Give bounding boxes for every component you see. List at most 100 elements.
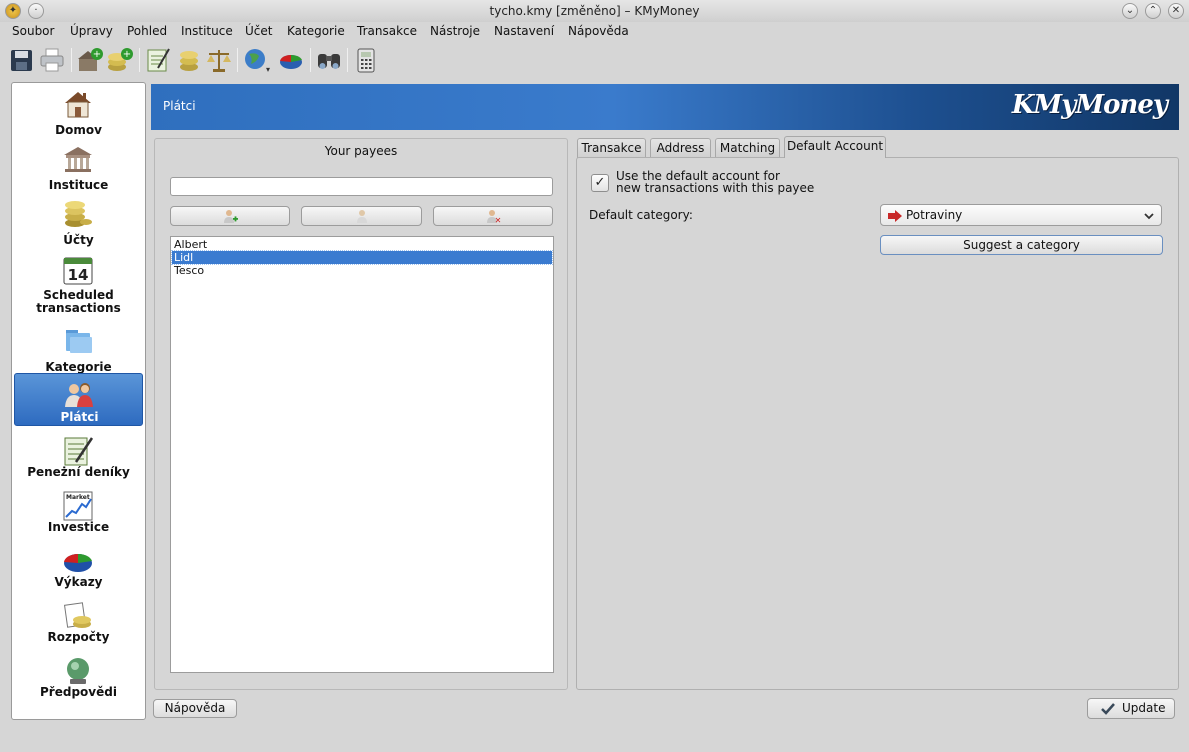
- new-institution-icon[interactable]: +: [76, 46, 104, 74]
- currency-globe-icon[interactable]: ▾: [243, 46, 271, 74]
- nav-label: Předpovědi: [40, 685, 117, 699]
- nav-penezni-deniky[interactable]: Peneżní deníky: [14, 434, 143, 487]
- nav-predpovedi[interactable]: Předpovědi: [14, 654, 143, 707]
- nav-rozpocty[interactable]: Rozpočty: [14, 599, 143, 652]
- menu-upravy[interactable]: Úpravy: [70, 24, 113, 38]
- rename-payee-icon: [356, 210, 367, 223]
- payee-list[interactable]: Albert Lidl Tesco: [170, 236, 554, 673]
- use-default-account-checkbox[interactable]: ✓: [591, 174, 609, 192]
- update-label: Update: [1122, 701, 1166, 715]
- svg-text:+: +: [93, 49, 101, 60]
- checkmark-icon: [1101, 703, 1115, 715]
- nav-scheduled-transactions[interactable]: 14 Scheduled transactions: [14, 253, 143, 317]
- checkmark-icon: ✓: [594, 175, 606, 190]
- print-icon[interactable]: [38, 46, 66, 74]
- ledger-icon[interactable]: [144, 46, 172, 74]
- splitter-handle[interactable]: [570, 280, 573, 550]
- nav-platci[interactable]: Plátci: [14, 373, 143, 426]
- market-caption: Market: [66, 494, 90, 501]
- menu-nastaveni[interactable]: Nastavení: [494, 24, 554, 38]
- calendar-icon: 14: [63, 257, 93, 285]
- rename-payee-button[interactable]: [301, 206, 422, 226]
- close-icon[interactable]: ✕: [1168, 3, 1184, 19]
- menu-pohled[interactable]: Pohled: [127, 24, 167, 38]
- market-chart-icon: Market: [63, 491, 93, 521]
- nav-ucty[interactable]: Účty: [14, 197, 143, 250]
- folders-icon: [66, 330, 92, 353]
- app-logo: KMyMoney: [1011, 90, 1168, 120]
- menu-ucet[interactable]: Účet: [245, 24, 272, 38]
- arrow-right-red-icon: [888, 210, 902, 222]
- menu-kategorie[interactable]: Kategorie: [287, 24, 345, 38]
- suggest-category-button[interactable]: Suggest a category: [880, 235, 1163, 255]
- ledger-icon: [64, 437, 94, 466]
- nav-kategorie[interactable]: Kategorie: [14, 324, 143, 377]
- crystal-ball-icon: [67, 658, 89, 684]
- payee-row-tesco[interactable]: Tesco: [172, 264, 552, 277]
- default-category-value: Potraviny: [906, 208, 963, 222]
- payee-row-albert[interactable]: Albert: [172, 238, 552, 251]
- minimize-icon[interactable]: ⌄: [1122, 3, 1138, 19]
- coins-icon: [65, 201, 92, 227]
- menu-nastroje[interactable]: Nástroje: [430, 24, 480, 38]
- pin-icon[interactable]: ·: [28, 3, 44, 19]
- save-icon[interactable]: [8, 46, 36, 74]
- nav-label: Rozpočty: [47, 630, 110, 644]
- add-payee-icon: [224, 210, 238, 223]
- toolbar: + + ▾: [0, 43, 1189, 77]
- delete-payee-button[interactable]: ✕: [433, 206, 553, 226]
- menu-transakce[interactable]: Transakce: [357, 24, 417, 38]
- chevron-down-icon: [1144, 213, 1154, 220]
- navigation-sidebar: Domov Instituce Účty 14 Scheduled transa…: [11, 82, 146, 720]
- reconcile-scale-icon[interactable]: [205, 46, 233, 74]
- payees-panel: Your payees ✕ Albert Lidl Tesco: [154, 138, 568, 690]
- app-icon[interactable]: ✦: [5, 3, 21, 19]
- window-title: tycho.kmy [změněno] – KMyMoney: [489, 4, 700, 18]
- nav-label: Výkazy: [54, 575, 103, 589]
- menu-napoveda[interactable]: Nápověda: [568, 24, 629, 38]
- use-default-account-label: Use the default account for new transact…: [616, 169, 815, 195]
- add-payee-button[interactable]: [170, 206, 290, 226]
- people-icon: [65, 383, 93, 407]
- title-bar: ✦ · tycho.kmy [změněno] – KMyMoney ⌄ ⌃ ✕: [0, 0, 1189, 22]
- default-category-select[interactable]: Potraviny: [880, 204, 1162, 226]
- nav-label: Scheduled transactions: [36, 288, 121, 315]
- menu-bar: Soubor Úpravy Pohled Instituce Účet Kate…: [0, 22, 1189, 42]
- page-title: Plátci: [163, 99, 196, 113]
- find-binoculars-icon[interactable]: [315, 46, 343, 74]
- svg-text:+: +: [123, 49, 131, 60]
- tab-transakce[interactable]: Transakce: [577, 138, 646, 158]
- default-category-label: Default category:: [589, 208, 693, 222]
- calendar-day: 14: [68, 266, 89, 284]
- nav-label: Peneżní deníky: [27, 465, 130, 479]
- nav-label: Plátci: [60, 410, 99, 424]
- calculator-icon[interactable]: [352, 46, 380, 74]
- tab-matching[interactable]: Matching: [715, 138, 780, 158]
- nav-vykazy[interactable]: Výkazy: [14, 544, 143, 597]
- help-button[interactable]: Nápověda: [153, 699, 237, 718]
- nav-instituce[interactable]: Instituce: [14, 142, 143, 195]
- update-button[interactable]: Update: [1087, 698, 1175, 719]
- maximize-icon[interactable]: ⌃: [1145, 3, 1161, 19]
- tab-default-account[interactable]: Default Account: [784, 136, 886, 158]
- page-header: Plátci KMyMoney: [151, 84, 1179, 130]
- home-icon: [65, 92, 91, 118]
- delete-payee-icon: ✕: [487, 210, 501, 225]
- tab-address[interactable]: Address: [650, 138, 711, 158]
- payees-heading: Your payees: [324, 144, 398, 158]
- menu-soubor[interactable]: Soubor: [12, 24, 54, 38]
- menu-instituce[interactable]: Instituce: [181, 24, 233, 38]
- payee-search-input[interactable]: [170, 177, 553, 196]
- nav-label: Účty: [63, 233, 94, 247]
- nav-label: Investice: [47, 520, 110, 534]
- nav-investice[interactable]: Market Investice: [14, 489, 143, 542]
- svg-text:▾: ▾: [266, 65, 270, 74]
- nav-domov[interactable]: Domov: [14, 87, 143, 140]
- chart-icon[interactable]: [277, 46, 305, 74]
- payee-row-lidl[interactable]: Lidl: [171, 250, 553, 265]
- coins-icon[interactable]: [175, 46, 203, 74]
- nav-label: Instituce: [48, 178, 109, 192]
- new-account-icon[interactable]: +: [106, 46, 134, 74]
- bank-icon: [64, 147, 92, 172]
- pie-chart-icon: [64, 553, 92, 572]
